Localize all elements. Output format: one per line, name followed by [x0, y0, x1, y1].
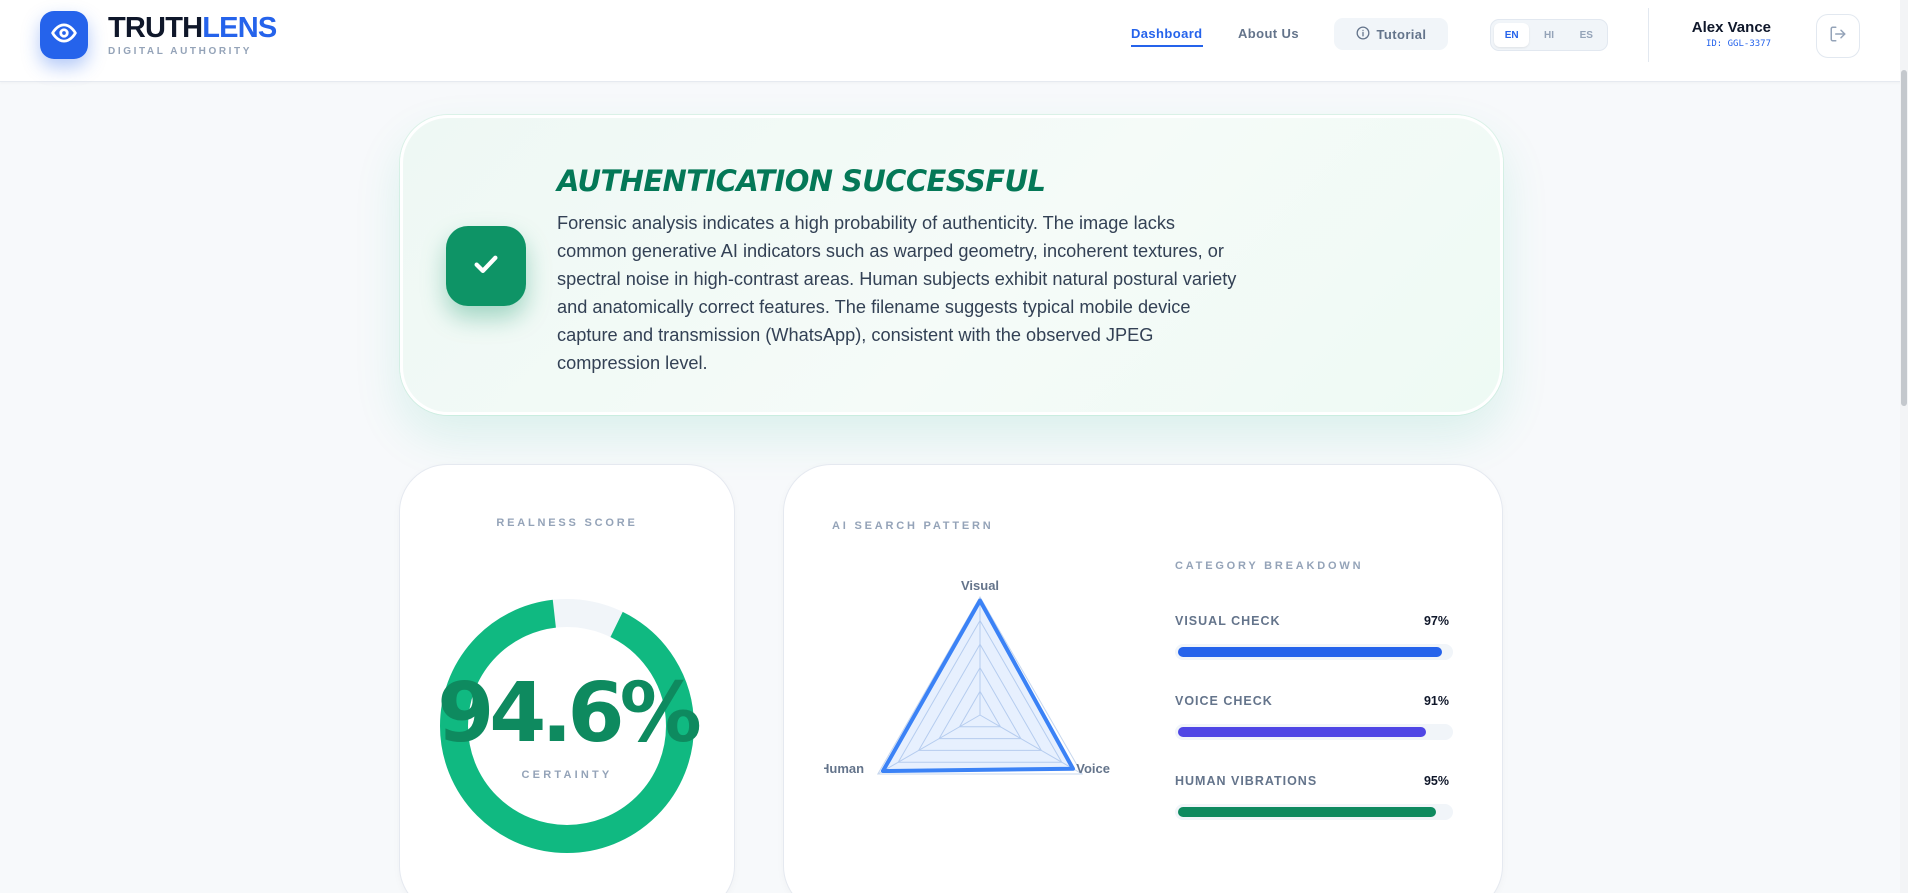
- radar-label-human: Human: [824, 761, 864, 776]
- category-breakdown-title: CATEGORY BREAKDOWN: [1175, 560, 1364, 572]
- info-icon: [1356, 26, 1370, 43]
- eye-icon: [51, 20, 77, 51]
- nav-dashboard[interactable]: Dashboard: [1131, 26, 1203, 47]
- progress-fill: [1178, 727, 1426, 737]
- tutorial-label: Tutorial: [1376, 26, 1427, 42]
- brand-tagline: DIGITAL AUTHORITY: [108, 46, 253, 57]
- check-icon: [471, 249, 501, 284]
- brand-name-primary: TRUTH: [108, 12, 203, 44]
- banner-title: AUTHENTICATION SUCCESSFUL: [557, 164, 1046, 198]
- page-scrollbar[interactable]: [1900, 0, 1908, 893]
- score-caption: CERTAINTY: [521, 769, 613, 781]
- top-navbar: TRUTHLENS DIGITAL AUTHORITY Dashboard Ab…: [0, 0, 1908, 82]
- category-percent: 95%: [1423, 774, 1449, 788]
- logout-icon: [1829, 25, 1847, 48]
- brand-name-accent: LENS: [202, 12, 277, 44]
- score-value: 94.6%: [437, 666, 701, 761]
- radar-data-shape: [880, 598, 1075, 774]
- scrollbar-thumb[interactable]: [1901, 70, 1907, 406]
- category-percent: 97%: [1423, 614, 1449, 628]
- success-badge: [446, 226, 526, 306]
- tutorial-button[interactable]: Tutorial: [1334, 18, 1448, 50]
- logout-button[interactable]: [1816, 14, 1860, 58]
- progress-track: [1175, 804, 1453, 820]
- lang-hi[interactable]: HI: [1531, 23, 1566, 47]
- category-label: VISUAL CHECK: [1175, 614, 1281, 628]
- progress-fill: [1178, 647, 1442, 657]
- radar-label-voice: Voice: [1076, 761, 1110, 776]
- realness-score-card: REALNESS SCORE 94.6% CERTAINTY: [399, 464, 735, 893]
- radar-label-visual: Visual: [961, 578, 999, 593]
- ai-search-pattern-card: AI SEARCH PATTERN Visual Human Voice CAT…: [783, 464, 1503, 893]
- lang-en[interactable]: EN: [1494, 23, 1530, 47]
- category-label: VOICE CHECK: [1175, 694, 1273, 708]
- progress-track: [1175, 644, 1453, 660]
- user-name: Alex Vance: [1691, 19, 1771, 36]
- progress-fill: [1178, 807, 1437, 817]
- language-switcher: EN HI ES: [1490, 19, 1608, 51]
- category-percent: 91%: [1423, 694, 1449, 708]
- user-id: ID: GGL-3377: [1705, 39, 1771, 49]
- result-banner: AUTHENTICATION SUCCESSFUL Forensic analy…: [400, 115, 1503, 415]
- pattern-card-title: AI SEARCH PATTERN: [832, 520, 994, 532]
- header-divider: [1648, 8, 1649, 62]
- logo-badge[interactable]: [40, 11, 88, 59]
- brand-name: TRUTHLENS: [108, 12, 277, 44]
- score-card-title: REALNESS SCORE: [496, 517, 638, 529]
- lang-es[interactable]: ES: [1569, 23, 1604, 47]
- brand: TRUTHLENS DIGITAL AUTHORITY: [108, 12, 277, 57]
- nav-about-us[interactable]: About Us: [1238, 26, 1299, 41]
- banner-description: Forensic analysis indicates a high proba…: [557, 213, 1237, 373]
- category-label: HUMAN VIBRATIONS: [1175, 774, 1318, 788]
- radar-chart: Visual Human Voice: [824, 578, 1110, 776]
- progress-track: [1175, 724, 1453, 740]
